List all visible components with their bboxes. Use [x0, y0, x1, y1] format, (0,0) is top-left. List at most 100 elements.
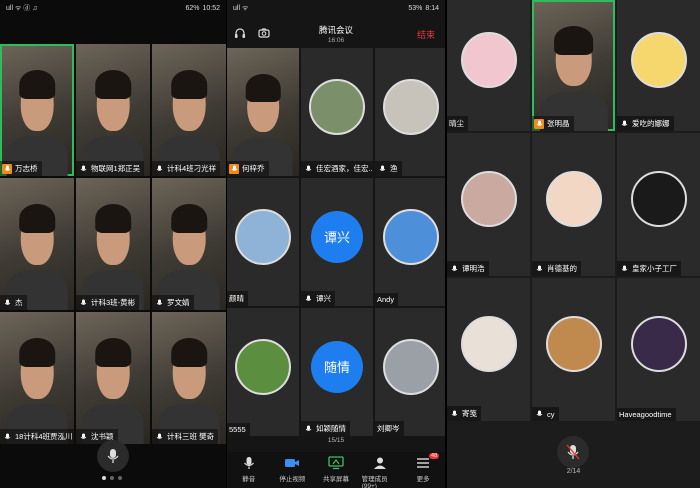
- mic-button[interactable]: [557, 436, 589, 468]
- mic-icon: [534, 264, 544, 274]
- participant-tile[interactable]: 沈书颖: [76, 312, 150, 444]
- mic-muted-icon: [566, 444, 580, 460]
- participant-name: 何梓乔: [242, 164, 265, 173]
- participant-tile[interactable]: 杰: [0, 178, 74, 310]
- page-counter: 15/15: [327, 437, 345, 444]
- mic-icon: [154, 164, 164, 174]
- profile-avatar: [235, 338, 291, 395]
- participant-name: 万志桥: [15, 164, 38, 173]
- participant-tile[interactable]: 肖德基的: [532, 133, 615, 276]
- video-feed: [553, 26, 594, 55]
- participant-tile[interactable]: 谭兴 谭兴: [301, 178, 373, 306]
- participant-tile[interactable]: 皇家小子工厂: [617, 133, 700, 276]
- participant-tile[interactable]: 谭明浩: [447, 133, 530, 276]
- mic-icon: [107, 449, 119, 463]
- mic-icon: [2, 298, 12, 308]
- participant-name: 计科三班 樊奇: [167, 432, 215, 441]
- profile-avatar: [383, 208, 439, 265]
- participant-tile[interactable]: 爱吃的娜娜: [617, 0, 700, 131]
- participant-tile[interactable]: 寄笺: [447, 278, 530, 421]
- participant-tile[interactable]: 佳宏酒家，佳宏...: [301, 48, 373, 176]
- toolbar-button-camera[interactable]: 停止视频: [274, 455, 310, 483]
- page-counter: 2/14: [566, 468, 581, 475]
- participant-name: 渔: [390, 164, 398, 173]
- video-feed: [95, 338, 131, 368]
- participant-name-tag: Haveagoodtime: [617, 408, 676, 421]
- participant-name: 罗文婧: [167, 298, 190, 307]
- participant-name-tag: 物联网1郑正吴: [76, 161, 145, 176]
- participant-tile[interactable]: 随情 如颖随情: [301, 308, 373, 436]
- profile-avatar: [460, 315, 517, 372]
- toolbar-button-more[interactable]: 更多 48: [405, 453, 441, 483]
- profile-avatar: [630, 32, 687, 89]
- participant-name-tag: 何梓乔: [227, 161, 269, 176]
- toolbar-button-label: 停止视频: [279, 476, 306, 483]
- participant-name: Haveagoodtime: [619, 410, 672, 419]
- toolbar-button-members[interactable]: 管理成员(99+): [362, 455, 398, 488]
- status-bar: ull ᯤ ⓓ ♫ 62% 10:52: [0, 0, 226, 16]
- participant-name: 寄笺: [462, 409, 477, 418]
- participant-name-tag: 皇家小子工厂: [617, 261, 681, 276]
- participant-name: 爱吃的娜娜: [632, 119, 670, 128]
- profile-avatar: [309, 78, 365, 135]
- participant-tile[interactable]: 18计科4班贾泓川: [0, 312, 74, 444]
- notification-badge: 48: [429, 453, 440, 459]
- participant-name: 谭明浩: [462, 264, 485, 273]
- participant-name-tag: 刘卿岑: [375, 421, 404, 436]
- participant-tile[interactable]: 何梓乔: [227, 48, 299, 176]
- participant-tile[interactable]: 计科3班-黄彬: [76, 178, 150, 310]
- participant-name-tag: 如颖随情: [301, 421, 350, 436]
- participant-name-tag: 爱吃的娜娜: [617, 116, 674, 131]
- video-feed: [19, 338, 55, 368]
- participant-tile[interactable]: 5555: [227, 308, 299, 436]
- meeting-title[interactable]: 腾讯会议: [227, 24, 445, 36]
- participant-tile[interactable]: 物联网1郑正吴: [76, 44, 150, 176]
- toolbar-button-share-screen[interactable]: 共享屏幕: [318, 455, 354, 483]
- participant-tile[interactable]: 刘卿岑: [375, 308, 445, 436]
- end-meeting-button[interactable]: 结束: [417, 28, 435, 41]
- page-dot[interactable]: [110, 476, 114, 480]
- participant-tile[interactable]: 张明晶: [532, 0, 615, 131]
- participant-tile[interactable]: 计科三班 樊奇: [152, 312, 226, 444]
- meeting-header: 腾讯会议 16:06 结束: [227, 16, 445, 48]
- participant-tile[interactable]: 计科4班刁光祥: [152, 44, 226, 176]
- participant-name: 刘卿岑: [377, 424, 400, 433]
- status-bar: ull ᯤ 53% 8:14: [227, 0, 445, 16]
- status-signal: ull ᯤ ⓓ ♫: [6, 5, 38, 12]
- participant-tile[interactable]: 渔: [375, 48, 445, 176]
- participant-tile[interactable]: 颜晴: [227, 178, 299, 306]
- participant-name: 物联网1郑正吴: [91, 164, 141, 173]
- mic-icon: [78, 298, 88, 308]
- mic-button[interactable]: [97, 440, 129, 472]
- camera-icon: [284, 455, 300, 471]
- participant-name-tag: 万志桥: [0, 161, 42, 176]
- status-time: 10:52: [202, 4, 220, 12]
- host-mic-icon: [534, 118, 544, 129]
- video-feed: [171, 338, 207, 368]
- screenshot-collage: ull ᯤ ⓓ ♫ 62% 10:52 万志桥 物联网1郑正吴 计科4班刁光祥杰计科…: [0, 0, 700, 488]
- profile-avatar: [383, 338, 439, 395]
- participant-name-tag: 计科3班-黄彬: [76, 295, 140, 310]
- participant-tile[interactable]: Haveagoodtime: [617, 278, 700, 421]
- meeting-duration: 16:06: [327, 37, 345, 44]
- video-feed: [171, 204, 207, 234]
- page-indicator: [102, 476, 122, 480]
- participant-name-tag: 佳宏酒家，佳宏...: [301, 161, 373, 176]
- page-dot[interactable]: [118, 476, 122, 480]
- participant-tile[interactable]: Andy: [375, 178, 445, 306]
- participant-name-tag: 5555: [227, 423, 250, 436]
- page-dot[interactable]: [102, 476, 106, 480]
- participant-name-tag: Andy: [375, 293, 399, 306]
- participant-name: 如颖随情: [316, 424, 346, 433]
- status-battery: 62%: [185, 4, 200, 12]
- participant-name: 颜晴: [229, 294, 244, 303]
- participant-tile[interactable]: 万志桥: [0, 44, 74, 176]
- left-phone-screen: ull ᯤ ⓓ ♫ 62% 10:52 万志桥 物联网1郑正吴 计科4班刁光祥杰计科…: [0, 0, 226, 488]
- participant-tile[interactable]: cy: [532, 278, 615, 421]
- participant-tile[interactable]: 晴尘: [447, 0, 530, 131]
- participant-tile[interactable]: 罗文婧: [152, 178, 226, 310]
- participant-name: cy: [547, 409, 555, 419]
- mic-icon: [449, 264, 459, 274]
- toolbar-button-mic[interactable]: 静音: [231, 455, 267, 483]
- participant-name: 计科3班-黄彬: [91, 298, 136, 307]
